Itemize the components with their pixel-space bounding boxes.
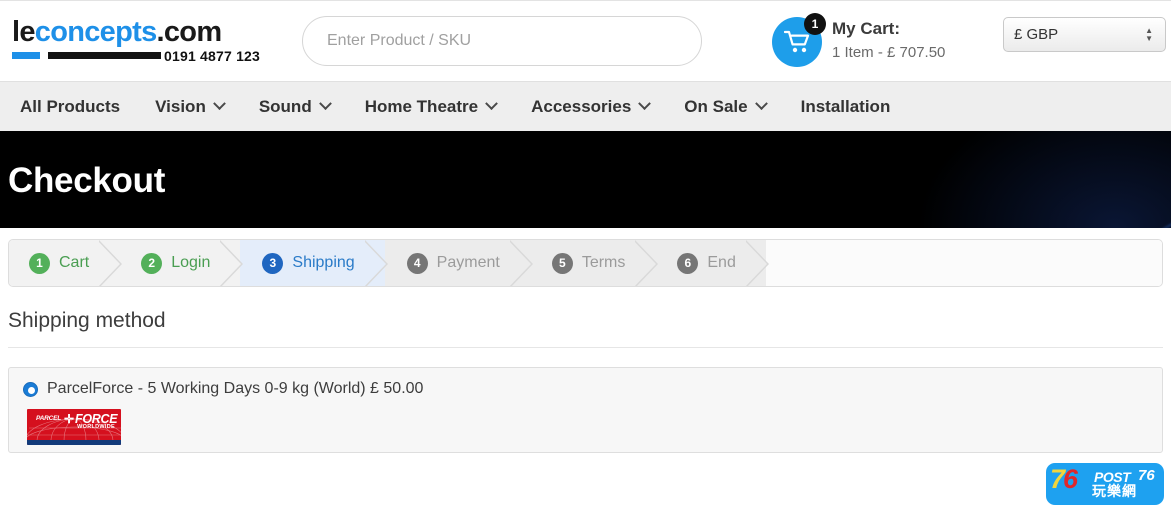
page-banner: Checkout — [0, 131, 1171, 228]
step-cart[interactable]: 1 Cart — [9, 240, 123, 286]
nav-item-sound[interactable]: Sound — [258, 96, 332, 117]
shipping-options-box: ParcelForce - 5 Working Days 0-9 kg (Wor… — [8, 367, 1163, 453]
step-shipping[interactable]: 3 Shipping — [240, 240, 388, 286]
parcelforce-logo: PARCEL ✛ FORCE WORLDWIDE — [27, 409, 121, 445]
logo-phone-number: 0191 4877 123 — [164, 48, 261, 64]
checkout-steps: 1 Cart 2 Login 3 Shipping 4 Payment 5 Te… — [8, 239, 1163, 287]
search-input[interactable] — [302, 16, 702, 66]
steps-filler — [765, 240, 1162, 286]
parcelforce-text-worldwide: WORLDWIDE — [77, 424, 115, 430]
watermark-digit-7: 7 — [1050, 464, 1065, 494]
step-number: 6 — [677, 252, 699, 274]
watermark-text-chinese: 玩樂網 — [1092, 484, 1137, 500]
chevron-down-icon — [638, 97, 652, 111]
chevron-down-icon — [212, 97, 226, 111]
parcelforce-text-parcel: PARCEL — [36, 415, 62, 422]
site-logo[interactable]: leconcepts.com 0191 4877 123 — [12, 17, 264, 65]
product-search[interactable] — [302, 16, 702, 66]
logo-text-le: le — [12, 16, 35, 48]
shipping-option-parcelforce[interactable]: ParcelForce - 5 Working Days 0-9 kg (Wor… — [23, 380, 1148, 398]
nav-label: Home Theatre — [364, 96, 479, 116]
nav-item-all-products[interactable]: All Products — [20, 97, 120, 117]
updown-arrows-icon: ▲ ▼ — [1145, 25, 1153, 43]
step-number: 3 — [262, 252, 284, 274]
nav-label: On Sale — [684, 96, 748, 116]
main-navigation: All Products Vision Sound Home Theatre A… — [0, 81, 1171, 131]
currency-select-box[interactable]: £ GBP ▲ ▼ — [1003, 17, 1166, 52]
step-number: 4 — [406, 252, 428, 274]
step-label: Cart — [59, 254, 90, 271]
logo-underline-row: 0191 4877 123 — [12, 48, 264, 64]
logo-blue-bar — [12, 52, 40, 59]
cart-item-count-badge: 1 — [804, 13, 826, 35]
main-content: 1 Cart 2 Login 3 Shipping 4 Payment 5 Te… — [0, 239, 1171, 453]
cart-total: 1 Item - £ 707.50 — [832, 44, 946, 61]
nav-item-installation[interactable]: Installation — [801, 97, 891, 117]
currency-selector[interactable]: £ GBP ▲ ▼ — [1003, 17, 1166, 52]
step-label: Login — [171, 254, 211, 271]
step-label: Shipping — [292, 254, 355, 271]
logo-black-bar — [48, 52, 161, 59]
nav-label: Vision — [155, 96, 206, 116]
shipping-option-label: ParcelForce - 5 Working Days 0-9 kg (Wor… — [47, 380, 424, 397]
chevron-down-icon — [485, 97, 498, 111]
nav-item-accessories[interactable]: Accessories — [531, 96, 652, 117]
nav-label: Accessories — [531, 96, 632, 116]
step-number: 5 — [551, 252, 573, 274]
step-end[interactable]: 6 End — [655, 240, 770, 286]
nav-label: All Products — [20, 96, 121, 116]
logo-text-com: .com — [156, 16, 223, 48]
logo-text-concepts: concepts — [34, 16, 157, 48]
banner-glow-decoration — [891, 131, 1171, 228]
nav-item-home-theatre[interactable]: Home Theatre — [364, 96, 498, 117]
currency-selected-value: £ GBP — [1014, 26, 1059, 43]
step-number: 1 — [29, 252, 50, 274]
chevron-down-icon — [754, 97, 768, 111]
site-header: leconcepts.com 0191 4877 123 1 My Cart: … — [0, 0, 1171, 81]
step-number: 2 — [141, 252, 163, 274]
nav-label: Installation — [800, 96, 891, 116]
watermark-text-76: 76 — [1138, 467, 1155, 484]
watermark-number-76: 76 — [1050, 464, 1078, 494]
cart-title: My Cart: — [832, 19, 901, 38]
step-terms[interactable]: 5 Terms — [529, 240, 658, 286]
step-label: Terms — [581, 254, 626, 271]
step-label: End — [707, 254, 736, 271]
post76-watermark: 76 POST 76 玩樂網 — [1046, 463, 1164, 505]
step-label: Payment — [436, 254, 500, 271]
parcelforce-blue-bar — [27, 440, 121, 445]
step-login[interactable]: 2 Login — [119, 240, 244, 286]
cart-text-block: My Cart: 1 Item - £ 707.50 — [832, 18, 945, 64]
section-title-shipping-method: Shipping method — [8, 309, 1163, 348]
nav-item-vision[interactable]: Vision — [155, 96, 226, 117]
watermark-digit-6: 6 — [1063, 464, 1078, 494]
nav-label: Sound — [258, 96, 312, 116]
nav-item-on-sale[interactable]: On Sale — [684, 96, 768, 117]
chevron-down-icon — [318, 97, 332, 111]
shopping-cart-icon — [784, 30, 810, 53]
parcelforce-cross-icon: ✛ — [64, 412, 75, 426]
page-title: Checkout — [8, 161, 166, 200]
logo-wordmark: leconcepts.com — [12, 17, 264, 47]
step-payment[interactable]: 4 Payment — [384, 240, 533, 286]
watermark-text-post: POST — [1094, 469, 1131, 485]
radio-selected-icon[interactable] — [23, 381, 38, 397]
